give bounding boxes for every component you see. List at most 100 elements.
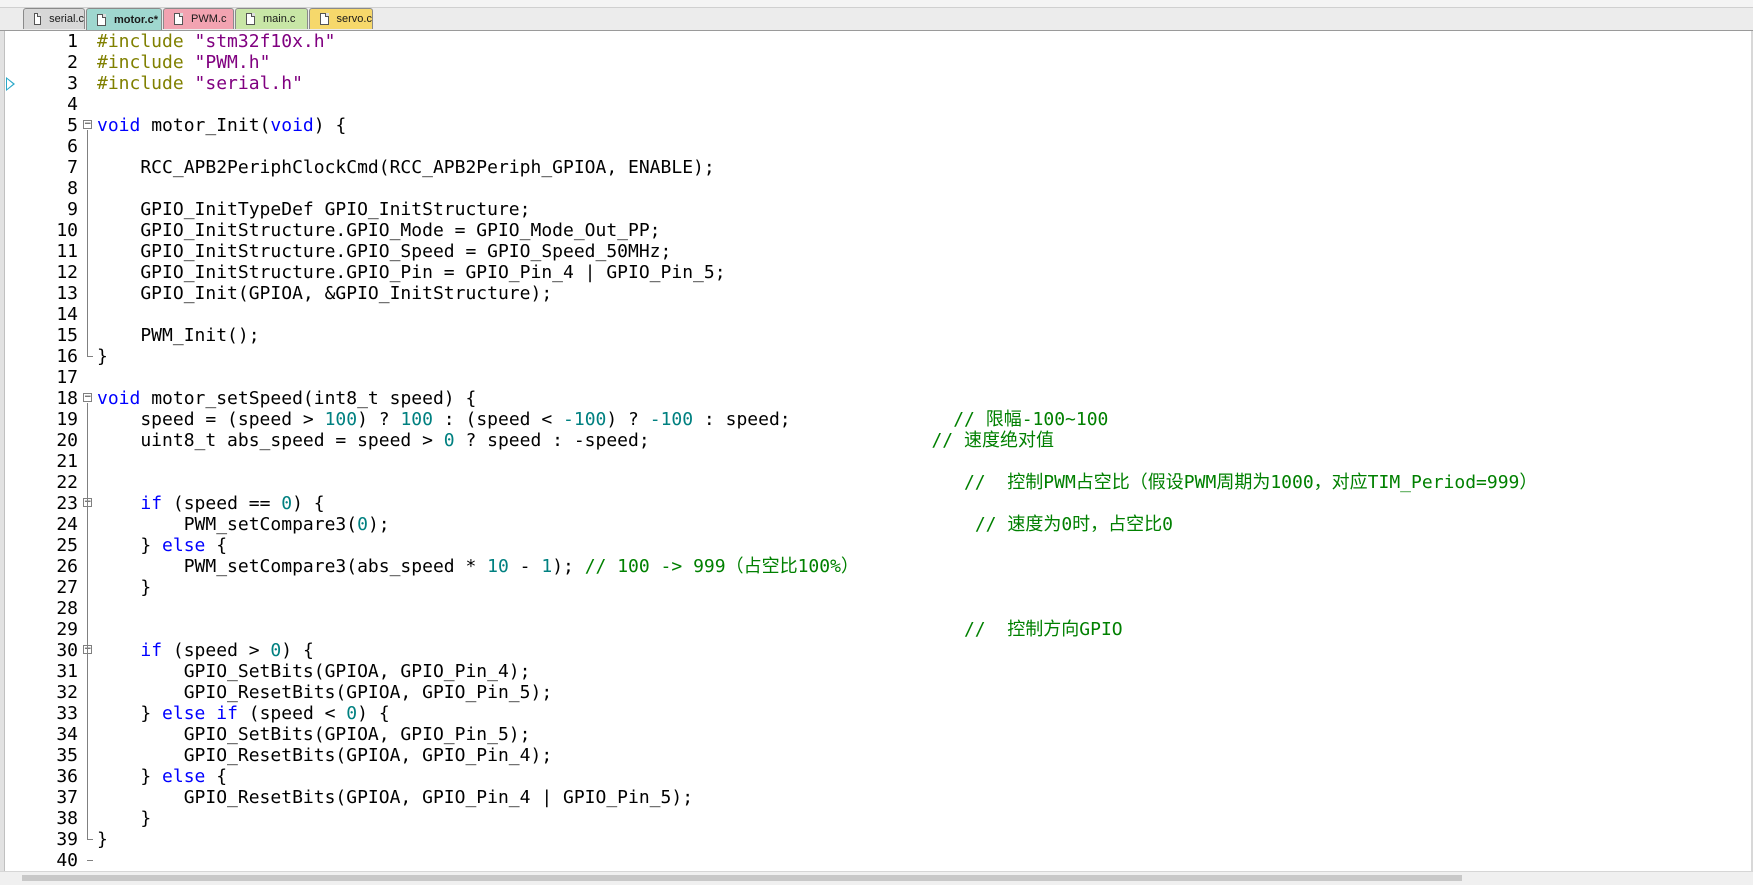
fold-guide-end xyxy=(87,356,93,357)
tab-servo-c[interactable]: servo.c xyxy=(309,8,373,29)
code-token: // 控制PWM占空比（假设PWM周期为1000，对应TIM_Period=99… xyxy=(963,472,1538,493)
horizontal-scrollbar[interactable] xyxy=(0,871,1753,885)
fold-toggle-icon[interactable]: − xyxy=(83,393,92,402)
code-token: void xyxy=(270,115,314,136)
code-text: void motor_setSpeed(int8_t speed) { xyxy=(97,388,476,409)
horizontal-scrollbar-thumb[interactable] xyxy=(22,875,1462,881)
code-editor[interactable]: 1 #include "stm32f10x.h" 2 #include "PWM.h"… xyxy=(0,31,1753,871)
code-line[interactable]: 13 GPIO_Init(GPIOA, &GPIO_InitStructure)… xyxy=(0,283,1753,304)
code-line[interactable]: 14 xyxy=(0,304,1753,325)
code-line[interactable]: 21 xyxy=(0,451,1753,472)
code-line[interactable]: 17 xyxy=(0,367,1753,388)
code-token: void xyxy=(97,388,141,409)
tab-label: main.c xyxy=(263,13,296,25)
code-text: GPIO_ResetBits(GPIOA, GPIO_Pin_4 | GPIO_… xyxy=(97,787,693,808)
code-token: GPIO_Init(GPIOA, &GPIO_InitStructure); xyxy=(97,283,553,304)
code-token: 0 xyxy=(357,514,368,535)
code-line[interactable]: 31 GPIO_SetBits(GPIOA, GPIO_Pin_4); xyxy=(0,661,1753,682)
line-number: 29 xyxy=(56,619,78,640)
code-token: (speed < xyxy=(237,703,347,724)
code-text: void motor_Init(void) { xyxy=(97,115,346,136)
code-line[interactable]: 3 #include "serial.h" xyxy=(0,73,1753,94)
code-token: } xyxy=(97,808,152,829)
code-token: ); xyxy=(367,514,975,535)
code-line[interactable]: 11 GPIO_InitStructure.GPIO_Speed = GPIO_… xyxy=(0,241,1753,262)
fold-toggle-icon[interactable]: − xyxy=(83,120,92,129)
code-line[interactable]: 27 } xyxy=(0,577,1753,598)
tab-pwm-c[interactable]: PWM.c xyxy=(163,8,234,29)
line-number: 30 xyxy=(56,640,78,661)
line-number: 37 xyxy=(56,787,78,808)
code-line[interactable]: 1 #include "stm32f10x.h" xyxy=(0,31,1753,52)
code-line[interactable]: 5− void motor_Init(void) { xyxy=(0,115,1753,136)
code-line[interactable]: 34 GPIO_SetBits(GPIOA, GPIO_Pin_5); xyxy=(0,724,1753,745)
code-token: -100 xyxy=(563,409,607,430)
code-text: #include "PWM.h" xyxy=(97,52,270,73)
tab-main-c[interactable]: main.c xyxy=(235,8,308,29)
code-line[interactable]: 8 xyxy=(0,178,1753,199)
code-token: PWM_setCompare3( xyxy=(97,514,358,535)
code-line[interactable]: 25 } else { xyxy=(0,535,1753,556)
code-line[interactable]: 33 } else if (speed < 0) { xyxy=(0,703,1753,724)
code-token: GPIO_ResetBits(GPIOA, GPIO_Pin_4); xyxy=(97,745,553,766)
file-icon xyxy=(97,13,106,26)
code-text: uint8_t abs_speed = speed > 0 ? speed : … xyxy=(97,430,1054,451)
line-number: 35 xyxy=(56,745,78,766)
code-line[interactable]: 29 // 控制方向GPIO xyxy=(0,619,1753,640)
code-line[interactable]: 9 GPIO_InitTypeDef GPIO_InitStructure; xyxy=(0,199,1753,220)
code-line[interactable]: 2 #include "PWM.h" xyxy=(0,52,1753,73)
code-line[interactable]: 24 PWM_setCompare3(0); // 速度为0时，占空比0 xyxy=(0,514,1753,535)
code-token: if xyxy=(140,493,163,514)
code-line[interactable]: 4 xyxy=(0,94,1753,115)
tab-serial-c[interactable]: serial.c xyxy=(23,8,85,29)
code-line[interactable]: 35 GPIO_ResetBits(GPIOA, GPIO_Pin_4); xyxy=(0,745,1753,766)
code-line[interactable]: 10 GPIO_InitStructure.GPIO_Mode = GPIO_M… xyxy=(0,220,1753,241)
code-line[interactable]: 36 } else { xyxy=(0,766,1753,787)
code-text: GPIO_InitStructure.GPIO_Speed = GPIO_Spe… xyxy=(97,241,671,262)
code-text: // 控制PWM占空比（假设PWM周期为1000，对应TIM_Period=99… xyxy=(97,472,1537,493)
code-line[interactable]: 26 PWM_setCompare3(abs_speed * 10 - 1); … xyxy=(0,556,1753,577)
line-number: 38 xyxy=(56,808,78,829)
code-line[interactable]: 40 xyxy=(0,850,1753,871)
code-line[interactable]: 15 PWM_Init(); xyxy=(0,325,1753,346)
code-line[interactable]: 39} xyxy=(0,829,1753,850)
code-line[interactable]: 19 speed = (speed > 100) ? 100 : (speed … xyxy=(0,409,1753,430)
code-text: } else { xyxy=(97,535,227,556)
code-text: if (speed == 0) { xyxy=(97,493,325,514)
line-number: 13 xyxy=(56,283,78,304)
code-token: ) { xyxy=(292,493,325,514)
code-text: GPIO_Init(GPIOA, &GPIO_InitStructure); xyxy=(97,283,552,304)
code-line[interactable]: 22 // 控制PWM占空比（假设PWM周期为1000，对应TIM_Period… xyxy=(0,472,1753,493)
code-line[interactable]: 20 uint8_t abs_speed = speed > 0 ? speed… xyxy=(0,430,1753,451)
line-number: 32 xyxy=(56,682,78,703)
code-line[interactable]: 28 xyxy=(0,598,1753,619)
line-number: 20 xyxy=(56,430,78,451)
code-token: PWM_setCompare3(abs_speed * xyxy=(97,556,488,577)
code-line[interactable]: 6 xyxy=(0,136,1753,157)
code-token: // 速度为0时，占空比0 xyxy=(974,514,1173,535)
code-token: ? speed : -speed; xyxy=(454,430,932,451)
code-line[interactable]: 23− if (speed == 0) { xyxy=(0,493,1753,514)
code-line[interactable]: 38 } xyxy=(0,808,1753,829)
code-token: 100 xyxy=(324,409,358,430)
code-text: #include "serial.h" xyxy=(97,73,303,94)
tab-motor-c[interactable]: motor.c* xyxy=(86,8,162,30)
line-number: 25 xyxy=(56,535,78,556)
code-line[interactable]: 7 RCC_APB2PeriphClockCmd(RCC_APB2Periph_… xyxy=(0,157,1753,178)
code-line[interactable]: 30− if (speed > 0) { xyxy=(0,640,1753,661)
code-line[interactable]: 32 GPIO_ResetBits(GPIOA, GPIO_Pin_5); xyxy=(0,682,1753,703)
tab-bar-top-strip xyxy=(0,0,1753,8)
bookmark-arrow-icon xyxy=(6,77,15,91)
file-icon xyxy=(320,13,329,25)
line-number: 19 xyxy=(56,409,78,430)
code-token: #include xyxy=(97,52,195,73)
tab-label: servo.c xyxy=(336,13,372,25)
code-line[interactable]: 12 GPIO_InitStructure.GPIO_Pin = GPIO_Pi… xyxy=(0,262,1753,283)
code-line[interactable]: 16} xyxy=(0,346,1753,367)
code-line[interactable]: 37 GPIO_ResetBits(GPIOA, GPIO_Pin_4 | GP… xyxy=(0,787,1753,808)
line-number: 6 xyxy=(67,136,78,157)
code-line[interactable]: 18− void motor_setSpeed(int8_t speed) { xyxy=(0,388,1753,409)
code-token: if xyxy=(216,703,238,724)
code-text: GPIO_InitStructure.GPIO_Pin = GPIO_Pin_4… xyxy=(97,262,725,283)
